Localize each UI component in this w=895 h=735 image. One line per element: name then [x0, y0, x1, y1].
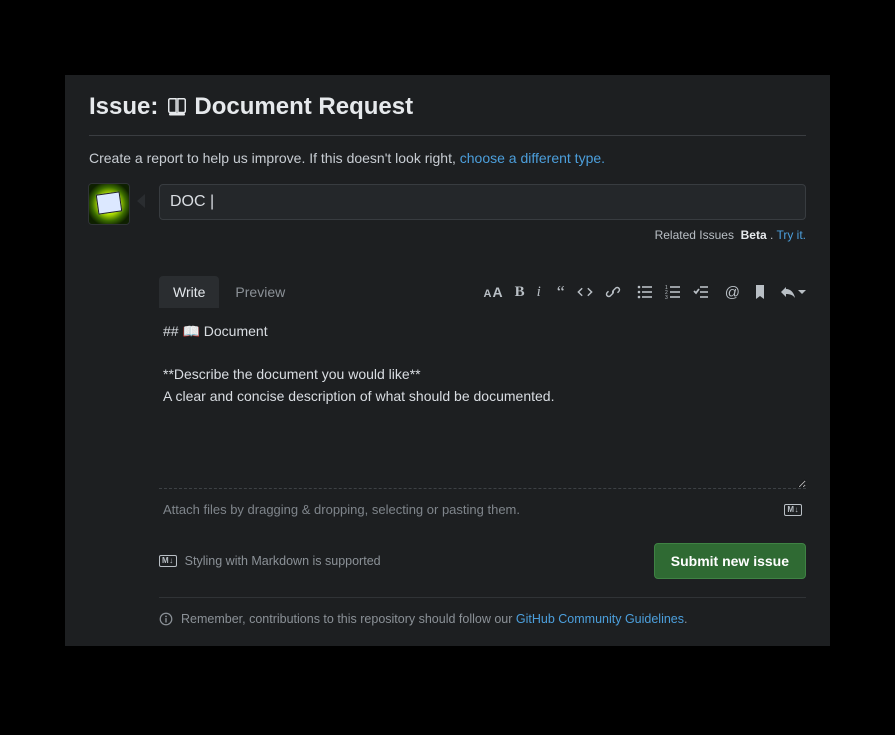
- quote-tool[interactable]: “: [557, 285, 565, 299]
- md-hint-text: Styling with Markdown is supported: [185, 554, 381, 568]
- title-text: Document Request: [194, 93, 413, 121]
- link-tool[interactable]: [605, 284, 621, 300]
- issue-body-textarea[interactable]: [159, 309, 806, 489]
- code-tool[interactable]: [577, 284, 593, 300]
- ol-tool[interactable]: 123: [665, 284, 681, 300]
- footer-row: M↓ Styling with Markdown is supported Su…: [159, 543, 806, 579]
- compose-area: Related Issues Beta . Try it. Write Prev…: [159, 184, 806, 626]
- submit-issue-button[interactable]: Submit new issue: [654, 543, 806, 579]
- related-label: Related Issues: [655, 228, 734, 242]
- attach-hint: Attach files by dragging & dropping, sel…: [163, 502, 520, 517]
- subtitle: Create a report to help us improve. If t…: [89, 150, 806, 166]
- guidelines-link[interactable]: GitHub Community Guidelines: [516, 612, 684, 626]
- guidelines-text: Remember, contributions to this reposito…: [181, 612, 516, 626]
- title-prefix: Issue:: [89, 93, 158, 121]
- issue-panel: Issue: Document Request Create a report …: [65, 75, 830, 646]
- ul-tool[interactable]: [637, 284, 653, 300]
- heading-tool[interactable]: AA: [484, 284, 503, 300]
- markdown-badge-icon: M↓: [784, 504, 802, 516]
- tabbar: Write Preview AA B i “: [159, 276, 806, 308]
- subtitle-text: Create a report to help us improve. If t…: [89, 150, 460, 166]
- tab-write[interactable]: Write: [159, 276, 219, 308]
- compose-row: Related Issues Beta . Try it. Write Prev…: [89, 184, 806, 626]
- bold-tool[interactable]: B: [515, 284, 525, 301]
- md-toolbar: AA B i “: [484, 284, 807, 301]
- info-icon: [159, 612, 173, 626]
- dot: .: [767, 228, 777, 242]
- mention-tool[interactable]: @: [725, 284, 740, 301]
- bookmark-tool[interactable]: [752, 284, 768, 300]
- related-issues: Related Issues Beta . Try it.: [159, 228, 806, 242]
- try-it-link[interactable]: Try it.: [776, 228, 806, 242]
- italic-tool[interactable]: i: [537, 284, 541, 301]
- attach-row[interactable]: Attach files by dragging & dropping, sel…: [159, 494, 806, 525]
- reply-tool[interactable]: [780, 284, 806, 300]
- page-title: Issue: Document Request: [89, 93, 806, 136]
- beta-badge: Beta: [741, 228, 767, 242]
- svg-text:3: 3: [665, 295, 668, 300]
- tab-preview[interactable]: Preview: [221, 276, 299, 308]
- guidelines-row: Remember, contributions to this reposito…: [159, 597, 806, 626]
- tasklist-tool[interactable]: [693, 284, 709, 300]
- avatar: [89, 184, 129, 224]
- compose-arrow: [137, 194, 145, 208]
- editor: Attach files by dragging & dropping, sel…: [159, 308, 806, 525]
- choose-type-link[interactable]: choose a different type.: [460, 150, 605, 166]
- book-icon: [166, 96, 188, 118]
- guidelines-dot: .: [684, 612, 687, 626]
- issue-title-input[interactable]: [159, 184, 806, 220]
- md-hint: M↓ Styling with Markdown is supported: [159, 554, 381, 568]
- markdown-badge-icon: M↓: [159, 555, 177, 567]
